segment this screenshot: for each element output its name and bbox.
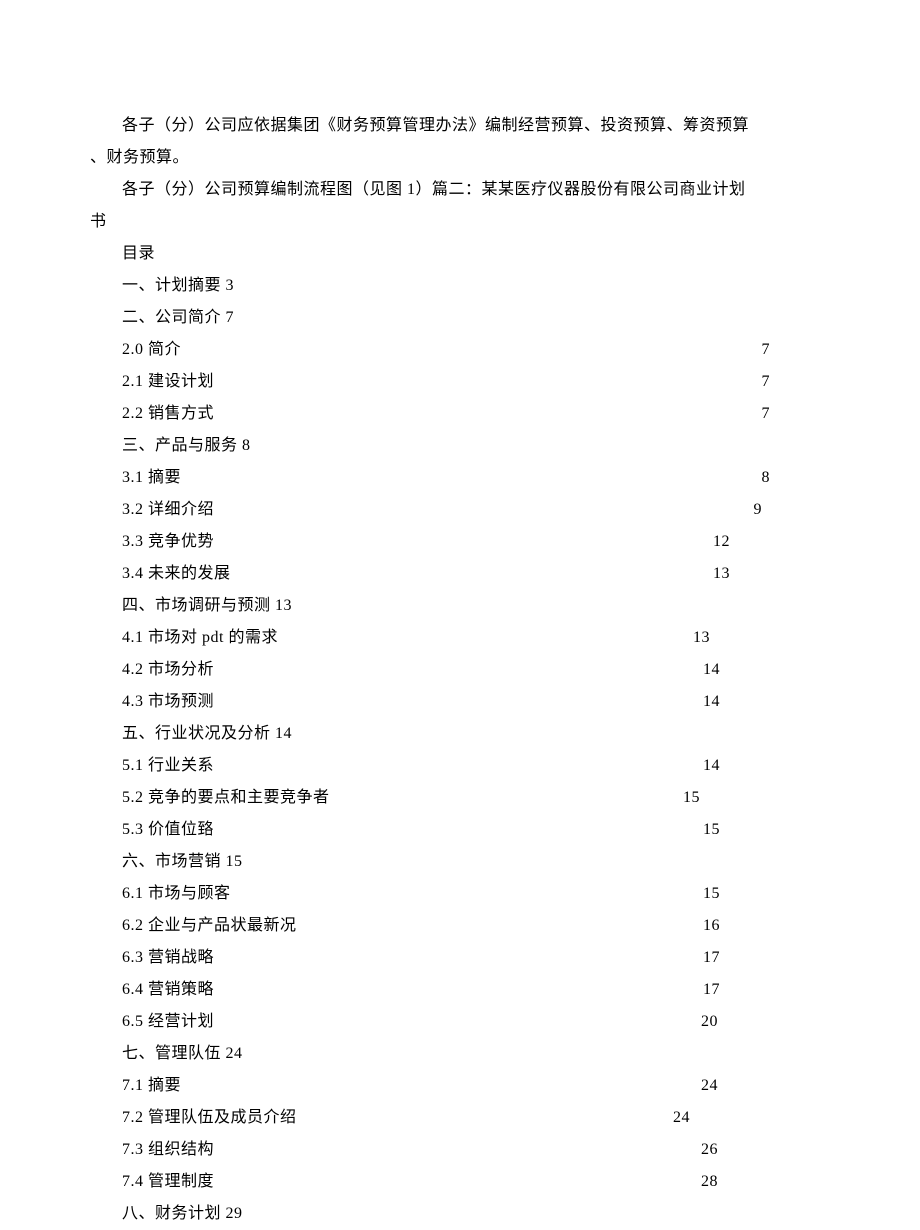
toc-row: 7.4 管理制度 28 xyxy=(90,1166,830,1198)
toc-section-4: 四、市场调研与预测 13 xyxy=(90,590,830,622)
toc-page: 14 xyxy=(703,654,830,686)
toc-label: 3.2 详细介绍 xyxy=(122,494,214,526)
toc-label: 2.2 销售方式 xyxy=(122,398,214,430)
toc-label: 6.4 营销策略 xyxy=(122,974,214,1006)
toc-page: 14 xyxy=(703,750,830,782)
paragraph-1-cont: 、财务预算。 xyxy=(90,142,830,174)
toc-page: 7 xyxy=(762,334,831,366)
toc-row: 6.5 经营计划 20 xyxy=(90,1006,830,1038)
toc-row: 3.2 详细介绍 9 xyxy=(90,494,830,526)
toc-row: 6.1 市场与顾客 15 xyxy=(90,878,830,910)
toc-row: 7.2 管理队伍及成员介绍 24 xyxy=(90,1102,830,1134)
toc-section-1: 一、计划摘要 3 xyxy=(90,270,830,302)
toc-page: 15 xyxy=(683,782,830,814)
toc-label: 6.3 营销战略 xyxy=(122,942,214,974)
toc-page: 7 xyxy=(762,398,831,430)
toc-section-3: 三、产品与服务 8 xyxy=(90,430,830,462)
toc-row: 6.3 营销战略 17 xyxy=(90,942,830,974)
toc-label: 6.5 经营计划 xyxy=(122,1006,214,1038)
toc-label: 2.0 简介 xyxy=(122,334,181,366)
toc-page: 15 xyxy=(703,878,830,910)
toc-label: 6.1 市场与顾客 xyxy=(122,878,231,910)
toc-label: 4.1 市场对 pdt 的需求 xyxy=(122,622,278,654)
paragraph-2: 各子（分）公司预算编制流程图（见图 1）篇二：某某医疗仪器股份有限公司商业计划 xyxy=(90,174,830,206)
toc-row: 5.1 行业关系 14 xyxy=(90,750,830,782)
paragraph-2-cont: 书 xyxy=(90,206,830,238)
toc-row: 6.2 企业与产品状最新况 16 xyxy=(90,910,830,942)
toc-row: 7.3 组织结构 26 xyxy=(90,1134,830,1166)
toc-row: 2.1 建设计划 7 xyxy=(90,366,830,398)
toc-row: 4.3 市场预测 14 xyxy=(90,686,830,718)
toc-row: 2.2 销售方式 7 xyxy=(90,398,830,430)
toc-label: 3.1 摘要 xyxy=(122,462,181,494)
toc-page: 12 xyxy=(713,526,830,558)
toc-section-5: 五、行业状况及分析 14 xyxy=(90,718,830,750)
toc-row: 6.4 营销策略 17 xyxy=(90,974,830,1006)
toc-page: 24 xyxy=(673,1102,830,1134)
toc-page: 14 xyxy=(703,686,830,718)
toc-label: 5.3 价值位臵 xyxy=(122,814,214,846)
toc-page: 26 xyxy=(701,1134,830,1166)
toc-label: 2.1 建设计划 xyxy=(122,366,214,398)
toc-page: 28 xyxy=(701,1166,830,1198)
toc-label: 7.1 摘要 xyxy=(122,1070,181,1102)
toc-page: 17 xyxy=(703,974,830,1006)
toc-label: 5.2 竞争的要点和主要竞争者 xyxy=(122,782,330,814)
toc-row: 4.2 市场分析 14 xyxy=(90,654,830,686)
toc-label: 4.3 市场预测 xyxy=(122,686,214,718)
toc-row: 7.1 摘要 24 xyxy=(90,1070,830,1102)
toc-row: 3.1 摘要 8 xyxy=(90,462,830,494)
document-body: 各子（分）公司应依据集团《财务预算管理办法》编制经营预算、投资预算、筹资预算 、… xyxy=(90,110,830,1230)
toc-row: 3.4 未来的发展 13 xyxy=(90,558,830,590)
toc-section-2: 二、公司简介 7 xyxy=(90,302,830,334)
toc-section-8: 八、财务计划 29 xyxy=(90,1198,830,1230)
toc-title: 目录 xyxy=(90,238,830,270)
toc-page: 17 xyxy=(703,942,830,974)
toc-row: 4.1 市场对 pdt 的需求 13 xyxy=(90,622,830,654)
toc-row: 5.3 价值位臵 15 xyxy=(90,814,830,846)
paragraph-1: 各子（分）公司应依据集团《财务预算管理办法》编制经营预算、投资预算、筹资预算 xyxy=(90,110,830,142)
toc-label: 7.2 管理队伍及成员介绍 xyxy=(122,1102,297,1134)
toc-page: 8 xyxy=(762,462,831,494)
toc-section-6: 六、市场营销 15 xyxy=(90,846,830,878)
toc-label: 3.4 未来的发展 xyxy=(122,558,231,590)
toc-page: 13 xyxy=(713,558,830,590)
toc-label: 7.3 组织结构 xyxy=(122,1134,214,1166)
toc-row: 3.3 竞争优势 12 xyxy=(90,526,830,558)
toc-page: 16 xyxy=(703,910,830,942)
toc-row: 2.0 简介 7 xyxy=(90,334,830,366)
toc-label: 5.1 行业关系 xyxy=(122,750,214,782)
toc-label: 4.2 市场分析 xyxy=(122,654,214,686)
toc-page: 24 xyxy=(701,1070,830,1102)
toc-page: 20 xyxy=(701,1006,830,1038)
toc-page: 13 xyxy=(693,622,830,654)
toc-row: 5.2 竞争的要点和主要竞争者 15 xyxy=(90,782,830,814)
toc-label: 7.4 管理制度 xyxy=(122,1166,214,1198)
toc-page: 9 xyxy=(754,494,831,526)
toc-label: 6.2 企业与产品状最新况 xyxy=(122,910,297,942)
toc-section-7: 七、管理队伍 24 xyxy=(90,1038,830,1070)
toc-page: 15 xyxy=(703,814,830,846)
toc-page: 7 xyxy=(762,366,831,398)
toc-label: 3.3 竞争优势 xyxy=(122,526,214,558)
